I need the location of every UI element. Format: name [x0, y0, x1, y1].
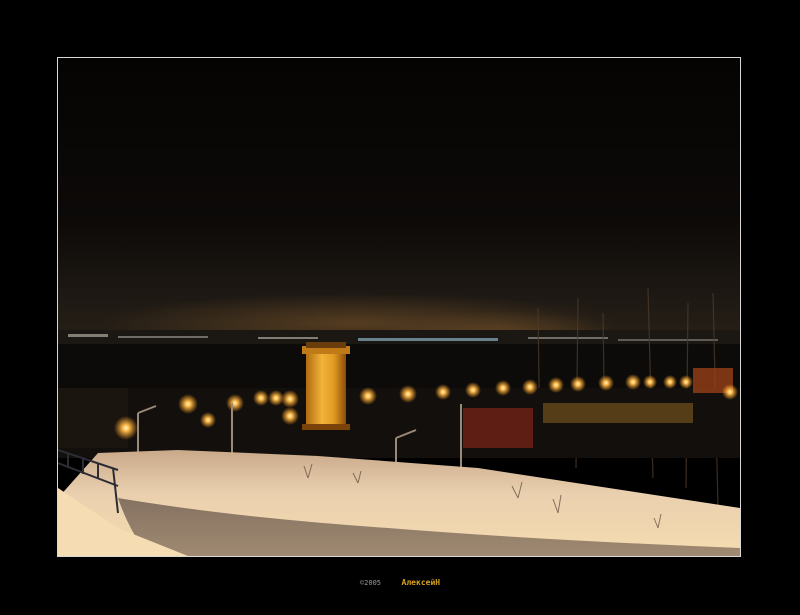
author-name: АлексейН [401, 578, 441, 587]
copyright-text: ©2005 [359, 579, 381, 587]
water-tower [302, 342, 350, 430]
night-city-photo [57, 57, 741, 557]
red-building [463, 408, 533, 448]
photo-caption: ©2005 АлексейН [0, 576, 800, 590]
